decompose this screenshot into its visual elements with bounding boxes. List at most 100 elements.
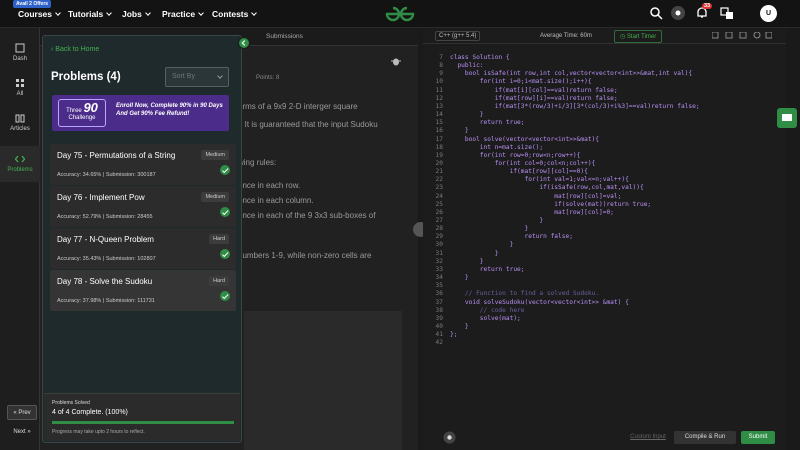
problem-card[interactable]: Day 76 - Implement Pow Medium Accuracy: …: [50, 186, 236, 227]
chevron-left-icon: [241, 40, 246, 46]
theme-toggle-icon[interactable]: [671, 6, 685, 20]
custom-input-link[interactable]: Custom Input: [623, 431, 673, 444]
line-number: 30: [435, 241, 443, 249]
submit-button[interactable]: Submit: [741, 431, 775, 444]
chevron-down-icon: [145, 10, 151, 16]
code-line: for(int col=0;col<n;col++){: [450, 159, 596, 167]
translate-icon[interactable]: [720, 6, 734, 20]
start-timer-button[interactable]: ◷ Start Timer: [614, 30, 663, 43]
line-number: 28: [435, 225, 443, 233]
back-to-home-link[interactable]: ‹ Back to Home: [51, 46, 99, 53]
side-navigation: Dash All Articles Problems: [0, 28, 40, 450]
line-number: 42: [435, 339, 443, 347]
description-text-line: once in each column.: [238, 196, 314, 205]
gfg-logo-icon[interactable]: [383, 4, 417, 24]
line-number: 7: [439, 54, 443, 61]
line-number: 25: [435, 200, 443, 208]
code-line: // Function to find a solved Sudoku.: [450, 290, 600, 298]
sidenav-articles[interactable]: Articles: [0, 113, 40, 132]
code-line: if(mat[row][i]==val)return false;: [450, 94, 618, 102]
code-line: }: [450, 225, 529, 233]
bug-icon[interactable]: [391, 56, 401, 66]
difficulty-badge: Medium: [201, 150, 229, 160]
collapse-panel-button[interactable]: [238, 37, 250, 49]
next-button[interactable]: Next »: [7, 425, 37, 440]
problem-card[interactable]: Day 75 - Permutations of a String Medium…: [50, 144, 236, 185]
tab-submissions[interactable]: Submissions: [266, 33, 303, 40]
nav-courses[interactable]: Courses: [18, 9, 61, 19]
line-number: 19: [435, 151, 443, 159]
problems-solved-box: Problems Solved 4 of 4 Complete. (100%) …: [44, 393, 240, 441]
line-number: 39: [435, 314, 443, 322]
compile-run-button[interactable]: Compile & Run: [674, 431, 736, 444]
line-number: 12: [435, 94, 443, 102]
offers-badge[interactable]: Avail 2 Offers: [13, 0, 52, 8]
code-line: }: [450, 127, 469, 135]
chevron-down-icon: [106, 10, 113, 16]
promo-banner[interactable]: Three 90 Challenge Enroll Now, Complete 9…: [52, 95, 229, 131]
code-line: for(int val=1;val<=n;val++){: [450, 176, 629, 184]
chevron-down-icon: [55, 10, 61, 16]
line-number: 36: [435, 290, 443, 298]
code-line: if(solve(mat))return true;: [450, 200, 652, 208]
line-number: 14: [435, 111, 443, 119]
language-select[interactable]: C++ (g++ 5.4): [435, 31, 481, 41]
prev-button[interactable]: « Prev: [7, 405, 37, 420]
code-line: public:: [450, 62, 484, 70]
difficulty-badge: Hard: [209, 276, 229, 286]
editor-actions-icon[interactable]: [712, 32, 772, 40]
code-line: return true;: [450, 265, 525, 273]
settings-icon[interactable]: [443, 431, 456, 444]
nav-contests[interactable]: Contests: [212, 9, 258, 19]
code-line: bool solve(vector<vector<int>>&mat){: [450, 135, 600, 143]
sidenav-problems[interactable]: Problems: [0, 146, 40, 182]
dashboard-icon: [15, 43, 25, 53]
chat-button[interactable]: [777, 108, 797, 128]
code-line: mat[row][col]=val;: [450, 192, 622, 200]
description-text-line: erms of a 9x9 2-D interger square: [238, 102, 358, 111]
line-number: 21: [435, 168, 443, 176]
code-line: return true;: [450, 119, 525, 127]
nav-tutorials[interactable]: Tutorials: [68, 9, 113, 19]
line-number: 37: [435, 298, 443, 306]
code-editor[interactable]: 7 class Solution {8 public: 9 bool isSafe(…: [423, 46, 786, 356]
nav-jobs[interactable]: Jobs: [122, 9, 151, 19]
three-90-challenge-logo: Three 90 Challenge: [58, 99, 106, 127]
line-number: 20: [435, 159, 443, 167]
line-number: 29: [435, 233, 443, 241]
line-number: 22: [435, 176, 443, 184]
line-number: 33: [435, 265, 443, 273]
code-line: }: [450, 111, 484, 119]
sidenav-all[interactable]: All: [0, 78, 40, 97]
code-line: for(int row=0;row<n;row++){: [450, 151, 581, 159]
line-number: 26: [435, 208, 443, 216]
sort-by-select[interactable]: Sort By: [165, 67, 229, 87]
problem-card[interactable]: Day 77 - N-Queen Problem Hard Accuracy: …: [50, 228, 236, 269]
line-number: 18: [435, 143, 443, 151]
code-line: bool isSafe(int row,int col,vector<vecto…: [450, 70, 693, 78]
line-number: 38: [435, 306, 443, 314]
code-line: if(isSafe(row,col,mat,val)){: [450, 184, 644, 192]
book-icon: [15, 114, 25, 123]
code-line: mat[row][col]=0;: [450, 208, 614, 216]
code-line: solve(mat);: [450, 314, 521, 322]
search-icon[interactable]: [649, 6, 663, 20]
problem-card[interactable]: Day 78 - Solve the Sudoku Hard Accuracy:…: [50, 270, 236, 311]
chat-icon: [782, 114, 792, 121]
line-number: 31: [435, 249, 443, 257]
panel-title: Problems (4): [51, 71, 121, 83]
code-line: for(int i=0;i<mat.size();i++){: [450, 78, 592, 86]
code-line: }: [450, 217, 544, 224]
line-number: 41: [435, 331, 443, 339]
nav-practice[interactable]: Practice: [162, 9, 204, 19]
avatar[interactable]: U: [760, 5, 777, 22]
line-number: 23: [435, 184, 443, 192]
description-text-line: once in each of the 9 3x3 sub-boxes of: [238, 211, 376, 220]
code-line: }: [450, 274, 469, 282]
sidenav-dash[interactable]: Dash: [0, 43, 40, 62]
chevron-down-icon: [251, 10, 258, 16]
line-number: 8: [439, 62, 443, 70]
description-text-line: numbers 1-9, while non-zero cells are: [238, 251, 372, 260]
code-line: }: [450, 322, 469, 330]
average-time: Average Time: 60m: [540, 33, 592, 39]
